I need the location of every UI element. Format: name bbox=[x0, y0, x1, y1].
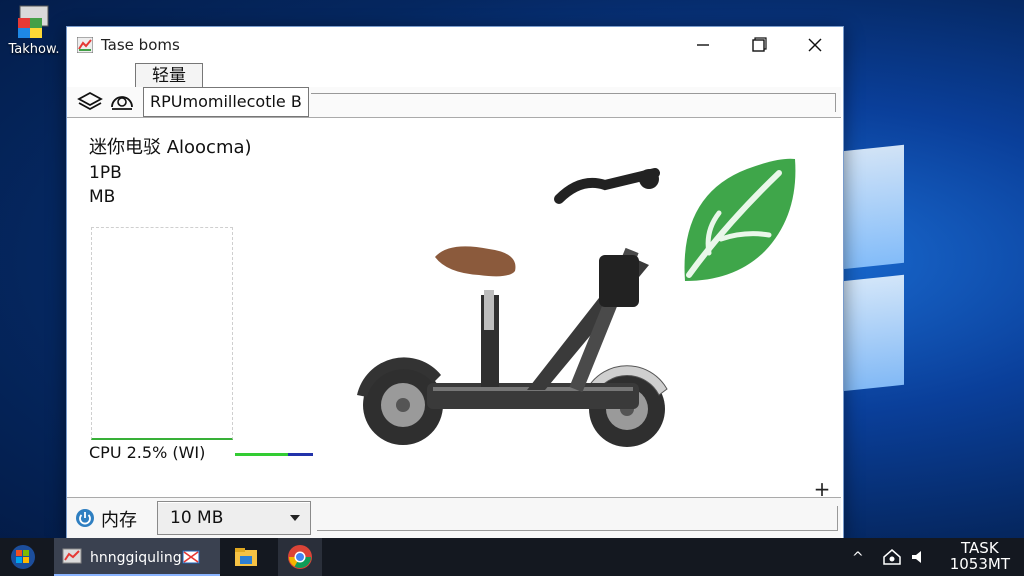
memory-label: 内存 bbox=[101, 510, 137, 531]
stat-value: 1PB bbox=[89, 163, 122, 183]
desktop-shortcut-label: Takhow. bbox=[8, 42, 60, 57]
windows-start-icon bbox=[11, 545, 35, 569]
taskbar-item-label: hnnggiquling bbox=[90, 550, 182, 566]
clock-line-2: 1053MT bbox=[949, 555, 1010, 573]
close-button[interactable] bbox=[787, 27, 843, 63]
memory-select[interactable]: 10 MB bbox=[157, 501, 311, 535]
task-manager-window: Tase boms 轻量 RPUmomillecotle B 迷你电驳 Aloo… bbox=[66, 26, 844, 539]
cpu-usage-fill bbox=[235, 453, 288, 456]
power-icon bbox=[75, 508, 95, 528]
stack-icon[interactable] bbox=[75, 89, 105, 115]
task-manager-icon bbox=[16, 4, 52, 40]
system-clock[interactable]: TASK 1053MT bbox=[950, 540, 1010, 572]
cpu-label: CPU 2.5% (WI) bbox=[89, 443, 206, 462]
chevron-down-icon bbox=[290, 515, 300, 521]
volume-icon[interactable] bbox=[910, 548, 926, 566]
window-title: Tase boms bbox=[101, 36, 180, 54]
tab-lightweight[interactable]: 轻量 bbox=[135, 63, 203, 88]
network-icon[interactable] bbox=[882, 548, 902, 566]
maximize-button[interactable] bbox=[731, 27, 787, 63]
stat-unit: MB bbox=[89, 187, 116, 207]
folder-icon bbox=[235, 548, 257, 566]
title-bar[interactable]: Tase boms bbox=[67, 27, 843, 63]
section-heading: 迷你电驳 Aloocma) bbox=[89, 137, 252, 158]
divider bbox=[311, 93, 836, 112]
cpu-graph bbox=[91, 227, 233, 440]
gauge-icon[interactable] bbox=[107, 89, 137, 115]
taskbar-item-task-manager[interactable]: hnnggiquling bbox=[54, 538, 220, 576]
taskbar-item-explorer[interactable] bbox=[224, 538, 268, 576]
desktop-windows-logo bbox=[842, 128, 932, 418]
chrome-icon bbox=[288, 545, 312, 569]
desktop-shortcut[interactable]: Takhow. bbox=[4, 4, 64, 57]
taskbar: hnnggiquling ^ TASK 1053MT bbox=[0, 538, 1024, 576]
taskbar-item-chrome[interactable] bbox=[278, 538, 322, 576]
cpu-usage-bar bbox=[235, 453, 313, 456]
minimize-button[interactable] bbox=[675, 27, 731, 63]
toolbar: RPUmomillecotle B bbox=[67, 87, 841, 118]
tab-rpu[interactable]: RPUmomillecotle B bbox=[143, 87, 309, 117]
memory-select-value: 10 MB bbox=[170, 508, 224, 528]
task-manager-icon bbox=[62, 548, 82, 566]
status-bar: 内存 10 MB bbox=[67, 497, 841, 538]
start-button[interactable] bbox=[0, 538, 46, 576]
scooter-image bbox=[357, 168, 668, 447]
mail-icon bbox=[182, 548, 200, 566]
task-manager-icon bbox=[76, 36, 94, 54]
leaf-icon bbox=[684, 158, 796, 281]
tray-overflow-icon[interactable]: ^ bbox=[852, 550, 864, 566]
clock-line-1: TASK bbox=[961, 539, 999, 557]
divider bbox=[317, 506, 838, 531]
